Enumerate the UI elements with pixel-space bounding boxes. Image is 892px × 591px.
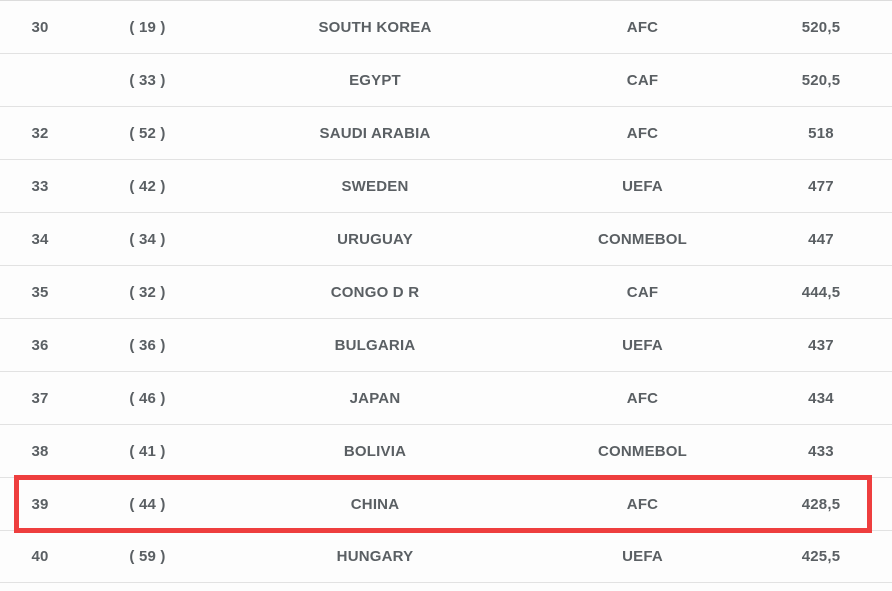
previous-rank-cell: ( 46 ): [129, 389, 166, 407]
table-row[interactable]: ( 33 ) EGYPT CAF 520,5: [0, 53, 892, 106]
rank-cell: 38: [31, 442, 49, 460]
previous-rank-cell: ( 59 ): [129, 548, 166, 565]
country-cell: CONGO D R: [330, 283, 420, 301]
rank-cell: 33: [31, 177, 49, 195]
country-cell: EGYPT: [349, 71, 401, 89]
rank-cell: 37: [31, 389, 49, 407]
country-cell: CHINA: [350, 495, 400, 513]
table-row[interactable]: 37 ( 46 ) JAPAN AFC 434: [0, 371, 892, 424]
previous-rank-cell: ( 44 ): [129, 495, 166, 513]
previous-rank-cell: ( 36 ): [129, 336, 166, 354]
points-cell: 518: [808, 124, 834, 142]
points-cell: 520,5: [801, 18, 841, 36]
table-row[interactable]: 40 ( 59 ) HUNGARY UEFA 425,5: [0, 530, 892, 583]
previous-rank-cell: ( 32 ): [129, 283, 166, 301]
table-row[interactable]: 32 ( 52 ) SAUDI ARABIA AFC 518: [0, 106, 892, 159]
country-cell: BULGARIA: [334, 336, 416, 354]
table-row[interactable]: 33 ( 42 ) SWEDEN UEFA 477: [0, 159, 892, 212]
country-cell: SWEDEN: [341, 177, 409, 195]
rank-cell: 35: [31, 283, 49, 301]
points-cell: 433: [808, 442, 834, 460]
table-body: 30 ( 19 ) SOUTH KOREA AFC 520,5 ( 33 ) EGYPT CA…: [0, 0, 892, 583]
confederation-cell: AFC: [626, 124, 659, 142]
points-cell: 520,5: [801, 71, 841, 89]
table-row[interactable]: 36 ( 36 ) BULGARIA UEFA 437: [0, 318, 892, 371]
previous-rank-cell: ( 34 ): [129, 230, 166, 248]
table-row[interactable]: 38 ( 41 ) BOLIVIA CONMEBOL 433: [0, 424, 892, 477]
rank-cell: 40: [31, 548, 49, 565]
confederation-cell: AFC: [626, 18, 659, 36]
rank-cell: 32: [31, 124, 49, 142]
country-cell: HUNGARY: [336, 548, 414, 565]
confederation-cell: UEFA: [622, 177, 663, 195]
confederation-cell: CONMEBOL: [597, 442, 688, 460]
country-cell: SOUTH KOREA: [318, 18, 432, 36]
table-row[interactable]: 34 ( 34 ) URUGUAY CONMEBOL 447: [0, 212, 892, 265]
points-cell: 477: [808, 177, 834, 195]
previous-rank-cell: ( 52 ): [129, 124, 166, 142]
table-row[interactable]: 35 ( 32 ) CONGO D R CAF 444,5: [0, 265, 892, 318]
points-cell: 447: [808, 230, 834, 248]
previous-rank-cell: ( 33 ): [129, 71, 166, 89]
confederation-cell: UEFA: [622, 548, 663, 565]
rank-cell: 30: [31, 18, 49, 36]
points-cell: 425,5: [801, 548, 841, 565]
table-row[interactable]: 30 ( 19 ) SOUTH KOREA AFC 520,5: [0, 0, 892, 53]
confederation-cell: AFC: [626, 495, 659, 513]
confederation-cell: AFC: [626, 389, 659, 407]
points-cell: 434: [808, 389, 834, 407]
points-cell: 428,5: [801, 495, 841, 513]
country-cell: SAUDI ARABIA: [319, 124, 431, 142]
rank-cell: 34: [31, 230, 49, 248]
country-cell: JAPAN: [349, 389, 401, 407]
confederation-cell: CAF: [626, 71, 659, 89]
previous-rank-cell: ( 41 ): [129, 442, 166, 460]
previous-rank-cell: ( 19 ): [129, 18, 166, 36]
confederation-cell: CAF: [626, 283, 659, 301]
rank-cell: 36: [31, 336, 49, 354]
country-cell: URUGUAY: [337, 230, 413, 248]
points-cell: 437: [808, 336, 834, 354]
rank-cell: 39: [31, 495, 49, 513]
ranking-table: 30 ( 19 ) SOUTH KOREA AFC 520,5 ( 33 ) EGYPT CA…: [0, 0, 892, 591]
confederation-cell: CONMEBOL: [597, 230, 688, 248]
previous-rank-cell: ( 42 ): [129, 177, 166, 195]
country-cell: BOLIVIA: [343, 442, 407, 460]
confederation-cell: UEFA: [622, 336, 663, 354]
points-cell: 444,5: [801, 283, 841, 301]
table-row[interactable]: 39 ( 44 ) CHINA AFC 428,5: [0, 477, 892, 530]
